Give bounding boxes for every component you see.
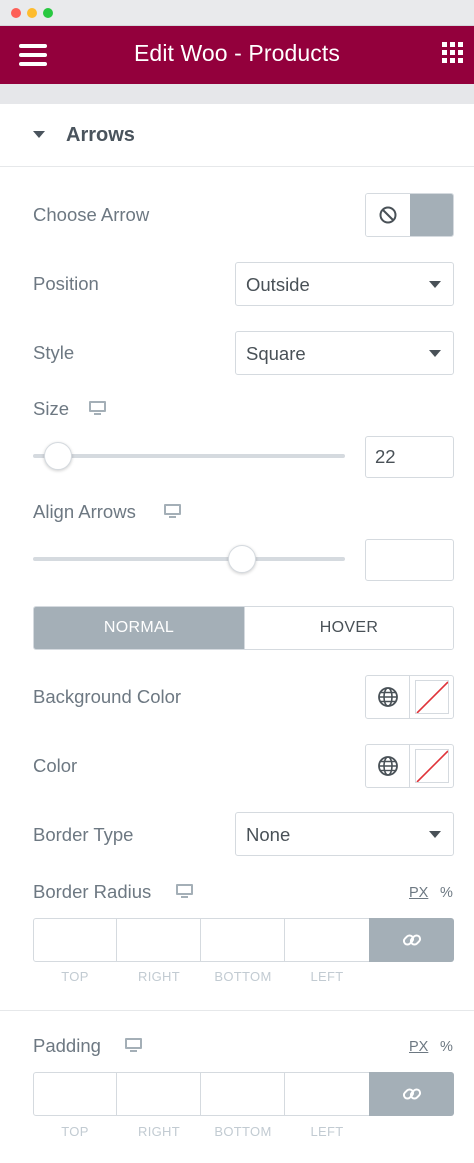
dim-label-top: TOP <box>61 969 89 984</box>
section-toggle-arrows[interactable]: Arrows <box>0 104 474 167</box>
maximize-window-button[interactable] <box>43 8 53 18</box>
dim-label-top: TOP <box>61 1124 89 1139</box>
size-input[interactable] <box>365 436 454 478</box>
unit-px-option[interactable]: PX <box>409 1039 428 1055</box>
no-color-icon <box>416 681 448 713</box>
background-color-label: Background Color <box>33 686 182 707</box>
desktop-icon[interactable] <box>89 401 107 417</box>
color-label: Color <box>33 755 78 776</box>
choose-arrow-control <box>365 193 454 237</box>
border-type-value: None <box>246 824 291 845</box>
border-radius-left-input[interactable] <box>284 918 370 962</box>
position-value: Outside <box>246 274 310 295</box>
align-arrows-slider-handle[interactable] <box>228 545 257 573</box>
link-values-button[interactable] <box>369 1072 454 1116</box>
border-radius-label: Border Radius <box>33 881 152 902</box>
grid-icon[interactable] <box>442 42 464 64</box>
dim-label-bottom: BOTTOM <box>214 1124 272 1139</box>
background-color-control <box>365 675 454 719</box>
desktop-icon[interactable] <box>176 884 194 900</box>
style-select[interactable]: Square <box>235 331 454 375</box>
unit-percent-option[interactable]: % <box>440 885 453 901</box>
window-titlebar <box>0 0 474 26</box>
link-icon <box>402 934 422 946</box>
color-control <box>365 744 454 788</box>
chevron-down-icon <box>429 350 441 357</box>
tab-hover[interactable]: HOVER <box>244 607 453 649</box>
position-select[interactable]: Outside <box>235 262 454 306</box>
ban-icon <box>379 206 397 224</box>
size-slider-track[interactable] <box>33 454 345 458</box>
padding-top-input[interactable] <box>33 1072 117 1116</box>
padding-units: PX % <box>409 1039 454 1057</box>
padding-bottom-input[interactable] <box>200 1072 285 1116</box>
border-radius-top-input[interactable] <box>33 918 117 962</box>
global-colors-button[interactable] <box>366 745 410 787</box>
border-radius-right-input[interactable] <box>116 918 201 962</box>
border-type-label: Border Type <box>33 824 134 845</box>
unit-percent-option[interactable]: % <box>440 1039 453 1055</box>
size-label: Size <box>33 398 69 419</box>
size-slider-handle[interactable] <box>43 442 72 470</box>
dim-label-left: LEFT <box>310 1124 344 1139</box>
tab-strip <box>0 84 474 104</box>
globe-icon <box>378 756 398 776</box>
padding-right-input[interactable] <box>116 1072 201 1116</box>
link-values-button[interactable] <box>369 918 454 962</box>
page-title: Edit Woo - Products <box>133 40 340 66</box>
state-tabs: NORMAL HOVER <box>33 606 454 650</box>
no-color-icon <box>416 750 448 782</box>
style-label: Style <box>33 342 75 363</box>
padding-dimensions <box>33 1072 454 1116</box>
global-colors-button[interactable] <box>366 676 410 718</box>
border-type-select[interactable]: None <box>235 812 454 856</box>
border-radius-dimensions <box>33 918 454 962</box>
dim-label-right: RIGHT <box>138 969 180 984</box>
align-arrows-slider-track[interactable] <box>33 557 345 561</box>
align-arrows-input[interactable] <box>365 539 454 581</box>
style-value: Square <box>246 343 306 364</box>
globe-icon <box>378 687 398 707</box>
dim-label-right: RIGHT <box>138 1124 180 1139</box>
choose-arrow-label: Choose Arrow <box>33 204 150 225</box>
desktop-icon[interactable] <box>164 504 182 520</box>
color-swatch-empty[interactable] <box>415 680 449 714</box>
dim-label-bottom: BOTTOM <box>214 969 272 984</box>
desktop-icon[interactable] <box>125 1038 143 1054</box>
editor-header: Edit Woo - Products <box>0 26 474 84</box>
arrow-none-option[interactable] <box>366 194 410 236</box>
border-radius-units: PX % <box>409 885 454 903</box>
tab-normal[interactable]: NORMAL <box>34 607 244 649</box>
color-swatch-empty[interactable] <box>415 749 449 783</box>
border-radius-bottom-input[interactable] <box>200 918 285 962</box>
section-title: Arrows <box>66 124 135 146</box>
chevron-down-icon <box>429 831 441 838</box>
unit-px-option[interactable]: PX <box>409 885 428 901</box>
arrow-selected-option[interactable] <box>410 194 453 236</box>
close-window-button[interactable] <box>11 8 21 18</box>
chevron-down-icon <box>429 281 441 288</box>
section-divider <box>0 1010 474 1011</box>
dim-label-left: LEFT <box>310 969 344 984</box>
link-icon <box>402 1088 422 1100</box>
padding-left-input[interactable] <box>284 1072 370 1116</box>
minimize-window-button[interactable] <box>27 8 37 18</box>
position-label: Position <box>33 273 99 294</box>
padding-label: Padding <box>33 1035 101 1056</box>
align-arrows-label: Align Arrows <box>33 501 136 522</box>
caret-down-icon <box>33 131 45 138</box>
